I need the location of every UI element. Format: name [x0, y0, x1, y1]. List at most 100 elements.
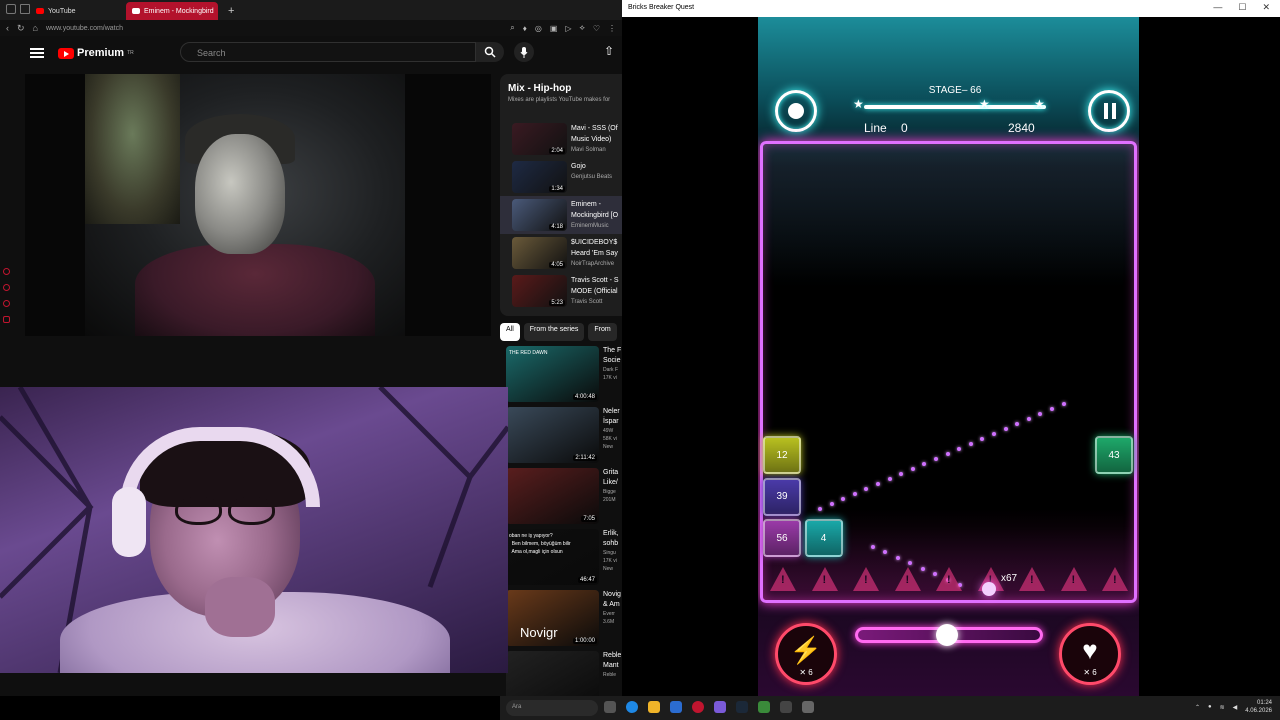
aim-dot — [920, 566, 925, 571]
outlook-icon[interactable] — [670, 701, 682, 713]
duration-badge: 46:47 — [577, 577, 597, 583]
recommendation-thumbnail[interactable]: THE RED DAWN 4:00:48 — [506, 346, 599, 402]
menu-dots-icon[interactable]: ⋮ — [608, 24, 616, 33]
send-icon[interactable]: ▷ — [565, 24, 571, 33]
mix-item-text: Eminem - Mockingbird [O EminemMusic — [571, 199, 618, 232]
recommendation-item[interactable]: 2:11:42 Neler İspar 49W 58K vi New — [506, 407, 622, 468]
aim-slider[interactable] — [855, 624, 1043, 646]
mix-item[interactable]: 4:18 Eminem - Mockingbird [O EminemMusic — [500, 196, 622, 234]
tray-chevron-icon[interactable]: ⌃ — [1195, 704, 1200, 711]
youtube-logo[interactable]: Premium TR — [58, 47, 134, 59]
app-icon[interactable] — [802, 701, 814, 713]
reload-icon[interactable]: ↻ — [17, 23, 25, 34]
recommendation-text: The F Socie Dark F 17K vi — [603, 346, 622, 407]
clock-date: 4.06.2026 — [1245, 708, 1272, 714]
sidebar-app-icon[interactable] — [3, 316, 10, 323]
recommendation-thumbnail[interactable] — [506, 651, 599, 696]
recommendation-item[interactable]: 7:05 Grita Like/Bigge 201M — [506, 468, 622, 529]
close-button[interactable]: ✕ — [1262, 2, 1270, 13]
mix-item-channel: Genjutsu Beats — [571, 174, 613, 180]
mix-item-channel: EminemMusic — [571, 223, 609, 229]
chip-from[interactable]: From — [588, 323, 617, 341]
back-icon[interactable]: ‹ — [6, 23, 9, 33]
taskbar-apps — [604, 701, 814, 713]
mix-item[interactable]: 2:04 Mavi - SSS (Of Music Video) Mavi Solma… — [500, 120, 622, 158]
taskbar-search[interactable]: Ara — [506, 700, 598, 716]
recommendation-thumbnail[interactable]: 2:11:42 — [506, 407, 599, 463]
pin-icon[interactable]: ♦ — [523, 24, 527, 33]
recommendation-thumbnail[interactable]: oban ne iş yapıyor? Ben bilmem, böyüğüm … — [506, 529, 599, 585]
mix-item-thumbnail[interactable]: 1:34 — [512, 161, 567, 193]
steam-icon[interactable] — [736, 701, 748, 713]
window-icon[interactable] — [6, 4, 16, 14]
chip-from-series[interactable]: From the series — [523, 323, 585, 341]
sidebar-app-icon[interactable] — [3, 300, 10, 307]
exclamation-icon: ! — [1071, 574, 1076, 586]
wifi-icon[interactable]: ≋ — [1220, 704, 1225, 711]
tab-label: Eminem - Mockingbird — [144, 7, 214, 15]
tab-youtube[interactable]: YouTube — [30, 2, 122, 20]
duration-badge: 7:05 — [581, 516, 597, 522]
balls-powerup-button[interactable]: ♥ ✕ 6 — [1059, 623, 1121, 685]
heart-icon[interactable]: ♡ — [593, 24, 600, 33]
tab-mockingbird[interactable]: Eminem - Mockingbird — [126, 2, 218, 20]
logo-text: Premium — [77, 47, 125, 59]
mix-item-thumbnail[interactable]: 4:05 — [512, 237, 567, 269]
search-page-icon[interactable]: ⌕ — [510, 23, 514, 33]
video-player[interactable] — [25, 74, 491, 336]
brick: 39 — [763, 477, 801, 516]
recommendation-item[interactable]: THE RED DAWN 4:00:48 The F Socie Dark F 17K v… — [506, 346, 622, 407]
recommendation-thumbnail[interactable]: 7:05 — [506, 468, 599, 524]
create-icon[interactable]: ⇧ — [604, 44, 614, 58]
star-icon: ★ — [979, 97, 990, 111]
pause-icon — [1104, 103, 1116, 119]
lightning-powerup-button[interactable]: ⚡ ✕ 6 — [775, 623, 837, 685]
new-tab-button[interactable]: + — [222, 2, 240, 20]
recommendation-item[interactable]: oban ne iş yapıyor? Ben bilmem, böyüğüm … — [506, 529, 622, 590]
mic-icon[interactable]: ● — [1208, 704, 1212, 710]
mix-item-title: Travis Scott - S — [571, 277, 619, 284]
camera-icon[interactable]: ▣ — [550, 24, 558, 33]
mix-item-thumbnail[interactable]: 2:04 — [512, 123, 567, 155]
mix-item[interactable]: 4:05 $UICIDEBOY$ Heard 'Em Say NoirTrapArch… — [500, 234, 622, 272]
url-field[interactable]: www.youtube.com/watch — [46, 25, 502, 32]
aim-slider-knob[interactable] — [936, 624, 959, 646]
aim-dot — [1050, 407, 1054, 411]
tabs-icon[interactable] — [20, 4, 30, 14]
sidebar-app-icon[interactable] — [3, 284, 10, 291]
duration-badge: 1:34 — [549, 186, 565, 192]
file-explorer-icon[interactable] — [648, 701, 660, 713]
aim-button[interactable] — [775, 90, 817, 132]
search-input[interactable]: Search — [180, 42, 476, 62]
clock[interactable]: 01:24 4.06.2026 — [1245, 699, 1272, 715]
star-icon: ★ — [1034, 97, 1045, 111]
shield-icon[interactable]: ◎ — [535, 24, 542, 33]
task-view-icon[interactable] — [604, 701, 616, 713]
bookmark-icon[interactable]: ⟡ — [580, 23, 585, 33]
maximize-button[interactable]: ☐ — [1238, 2, 1246, 13]
search-button[interactable] — [476, 42, 504, 62]
minimize-button[interactable]: — — [1213, 2, 1222, 13]
mix-item-thumbnail[interactable]: 4:18 — [512, 199, 567, 231]
mix-item[interactable]: 5:23 Travis Scott - S MODE (Official Travis… — [500, 272, 622, 310]
mix-item[interactable]: 1:34 Gojo Genjutsu Beats — [500, 158, 622, 196]
edge-icon[interactable] — [626, 701, 638, 713]
opera-icon[interactable] — [692, 701, 704, 713]
recommendation-item[interactable]: Reble Mant Reble — [506, 651, 622, 696]
recommendation-thumbnail[interactable]: Novigr 1:00:00 — [506, 590, 599, 646]
recommendation-item[interactable]: Novigr 1:00:00 Novig & Am Everr 3.6M — [506, 590, 622, 651]
ball-count: x67 — [1001, 573, 1018, 584]
pause-button[interactable] — [1088, 90, 1130, 132]
discord-icon[interactable] — [714, 701, 726, 713]
game-app-icon[interactable] — [758, 701, 770, 713]
mix-item-title: Music Video) — [571, 136, 612, 143]
recommendation-title: Novig — [603, 591, 621, 598]
voice-search-button[interactable] — [514, 42, 534, 62]
sidebar-app-icon[interactable] — [3, 268, 10, 275]
chip-all[interactable]: All — [500, 323, 520, 341]
volume-icon[interactable]: ◀ — [1233, 704, 1238, 711]
mix-item-thumbnail[interactable]: 5:23 — [512, 275, 567, 307]
recommendation-meta: 17K vi — [603, 558, 617, 564]
app-icon[interactable] — [780, 701, 792, 713]
menu-icon[interactable] — [30, 48, 44, 58]
